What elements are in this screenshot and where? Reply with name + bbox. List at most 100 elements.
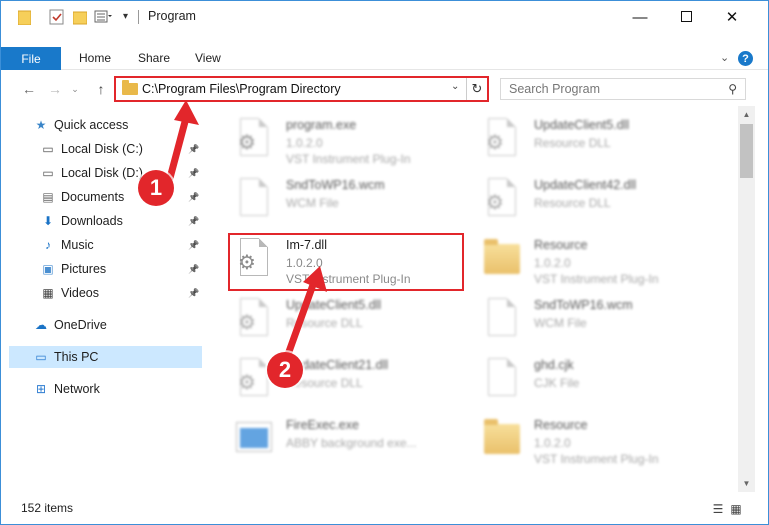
back-button[interactable]: ← xyxy=(19,79,39,99)
chevron-down-icon[interactable]: ⌄ xyxy=(451,81,459,92)
sidebar-item-this-pc[interactable]: ▭ This PC xyxy=(9,346,202,368)
details-view-icon[interactable]: ☰ xyxy=(711,502,725,516)
sidebar-item-pictures[interactable]: ▣ Pictures 📌 xyxy=(1,258,201,280)
sidebar-item-label: Network xyxy=(54,382,100,396)
file-item[interactable]: FireExec.exe ABBY background exe... xyxy=(228,412,468,470)
file-description: VST Instrument Plug-In xyxy=(534,272,659,286)
pin-icon[interactable]: 📌 xyxy=(188,144,199,155)
sidebar-item-network[interactable]: ⊞ Network xyxy=(1,378,201,400)
new-folder-icon[interactable] xyxy=(72,9,88,25)
pin-icon[interactable]: 📌 xyxy=(188,240,199,251)
file-detail: CJK File xyxy=(534,376,580,390)
file-detail: 1.0.2.0 xyxy=(534,436,571,450)
file-item[interactable]: ⚙ UpdateClient5.dll Resource DLL xyxy=(228,292,468,350)
exe-icon xyxy=(236,418,276,464)
sidebar-item-local-disk-c[interactable]: ▭ Local Disk (C:) 📌 xyxy=(1,138,201,160)
customize-toolbar-icon[interactable]: ▾ xyxy=(123,11,133,27)
properties-icon[interactable] xyxy=(49,9,65,25)
maximize-button[interactable] xyxy=(663,1,709,33)
forward-button[interactable]: → xyxy=(45,79,65,99)
sidebar-item-label: Downloads xyxy=(61,214,123,228)
folder-icon xyxy=(484,418,524,464)
file-item[interactable]: SndToWP16.wcm WCM File xyxy=(228,172,468,230)
tab-view[interactable]: View xyxy=(195,51,221,65)
back-arrow-icon: ← xyxy=(22,81,36,97)
search-box[interactable]: ⚲ xyxy=(500,78,746,100)
cloud-icon: ☁ xyxy=(35,318,47,332)
pin-icon[interactable]: 📌 xyxy=(188,168,199,179)
sidebar-item-label: Quick access xyxy=(54,118,129,132)
pin-icon[interactable]: 📌 xyxy=(188,192,199,203)
maximize-icon xyxy=(680,9,692,26)
drive-icon: ▭ xyxy=(42,142,54,156)
sidebar-item-quick-access[interactable]: ★ Quick access xyxy=(1,114,201,136)
file-icon xyxy=(236,178,276,224)
pin-icon[interactable]: 📌 xyxy=(188,216,199,227)
help-icon[interactable]: ? xyxy=(738,51,753,66)
file-description: VST Instrument Plug-In xyxy=(286,152,411,166)
file-name: SndToWP16.wcm xyxy=(534,298,633,312)
file-item[interactable]: ⚙ UpdateClient42.dll Resource DLL xyxy=(476,172,716,230)
file-name: Resource xyxy=(534,418,588,432)
file-name: ghd.cjk xyxy=(534,358,574,372)
file-item[interactable]: ghd.cjk CJK File xyxy=(476,352,716,410)
scroll-down-icon[interactable]: ▼ xyxy=(738,475,755,492)
sidebar-item-music[interactable]: ♪ Music 📌 xyxy=(1,234,201,256)
file-icon xyxy=(484,358,524,404)
network-icon: ⊞ xyxy=(35,382,47,396)
address-path[interactable]: C:\Program Files\Program Directory xyxy=(142,82,341,96)
file-item[interactable]: ⚙ program.exe 1.0.2.0 VST Instrument Plug-I… xyxy=(228,112,468,170)
program-exe-icon: ⚙ xyxy=(236,118,276,164)
file-name: UpdateClient5.dll xyxy=(534,118,630,132)
file-detail: Resource DLL xyxy=(534,196,611,210)
folder-icon[interactable] xyxy=(17,9,32,26)
dll-icon: ⚙ xyxy=(484,118,524,164)
tab-share[interactable]: Share xyxy=(138,51,170,65)
file-item[interactable]: SndToWP16.wcm WCM File xyxy=(476,292,716,350)
sidebar-item-label: Pictures xyxy=(61,262,107,276)
sidebar-item-label: This PC xyxy=(54,350,99,364)
file-name: SndToWP16.wcm xyxy=(286,178,385,192)
item-count: 152 items xyxy=(21,501,74,515)
file-item[interactable]: Resource 1.0.2.0 VST Instrument Plug-In xyxy=(476,232,716,290)
file-detail: ABBY background exe... xyxy=(286,436,417,450)
close-button[interactable]: ✕ xyxy=(709,1,755,33)
window-title: Program xyxy=(148,9,196,23)
up-button[interactable]: ↑ xyxy=(91,79,111,99)
sidebar-item-videos[interactable]: ▦ Videos 📌 xyxy=(1,282,201,304)
dll-icon: ⚙ xyxy=(236,298,276,344)
videos-icon: ▦ xyxy=(42,286,54,300)
search-icon[interactable]: ⚲ xyxy=(728,82,737,96)
explorer-window: ▾ Program — ✕ File Home Share View ⌄ ? ←… xyxy=(0,0,769,525)
file-item[interactable]: ⚙ UpdateClient21.dll Resource DLL xyxy=(228,352,468,410)
large-icons-view-icon[interactable]: ▦ xyxy=(729,502,743,516)
address-bar[interactable]: C:\Program Files\Program Directory ⌄ ↻ xyxy=(114,76,489,102)
documents-icon: ▤ xyxy=(42,190,54,204)
sidebar-item-onedrive[interactable]: ☁ OneDrive xyxy=(1,314,201,336)
scroll-up-icon[interactable]: ▲ xyxy=(738,106,755,123)
pin-icon[interactable]: 📌 xyxy=(188,288,199,299)
search-input[interactable] xyxy=(509,81,709,97)
vertical-scrollbar[interactable]: ▲ ▼ xyxy=(738,106,755,492)
sidebar-item-label: OneDrive xyxy=(54,318,107,332)
sidebar-item-label: Documents xyxy=(61,190,125,204)
file-icon xyxy=(484,298,524,344)
refresh-icon[interactable]: ↻ xyxy=(466,78,487,100)
tab-home[interactable]: Home xyxy=(79,51,111,65)
dll-icon: ⚙ xyxy=(484,178,524,224)
tab-file[interactable]: File xyxy=(1,47,61,70)
title-separator xyxy=(138,10,139,24)
step-1-badge: 1 xyxy=(138,170,174,206)
scrollbar-thumb[interactable] xyxy=(740,124,753,178)
file-item[interactable]: Resource 1.0.2.0 VST Instrument Plug-In xyxy=(476,412,716,470)
pin-icon[interactable]: 📌 xyxy=(188,264,199,275)
expand-ribbon-icon[interactable]: ⌄ xyxy=(720,51,729,64)
navigation-bar: ← → ⌄ ↑ C:\Program Files\Program Directo… xyxy=(1,74,768,104)
file-item[interactable]: ⚙ UpdateClient5.dll Resource DLL xyxy=(476,112,716,170)
minimize-button[interactable]: — xyxy=(617,1,663,33)
star-icon: ★ xyxy=(35,118,47,132)
sidebar-item-downloads[interactable]: ⬇ Downloads 📌 xyxy=(1,210,201,232)
recent-locations-button[interactable]: ⌄ xyxy=(69,79,81,99)
drive-icon: ▭ xyxy=(42,166,54,180)
view-toggle-icon[interactable] xyxy=(94,9,112,25)
